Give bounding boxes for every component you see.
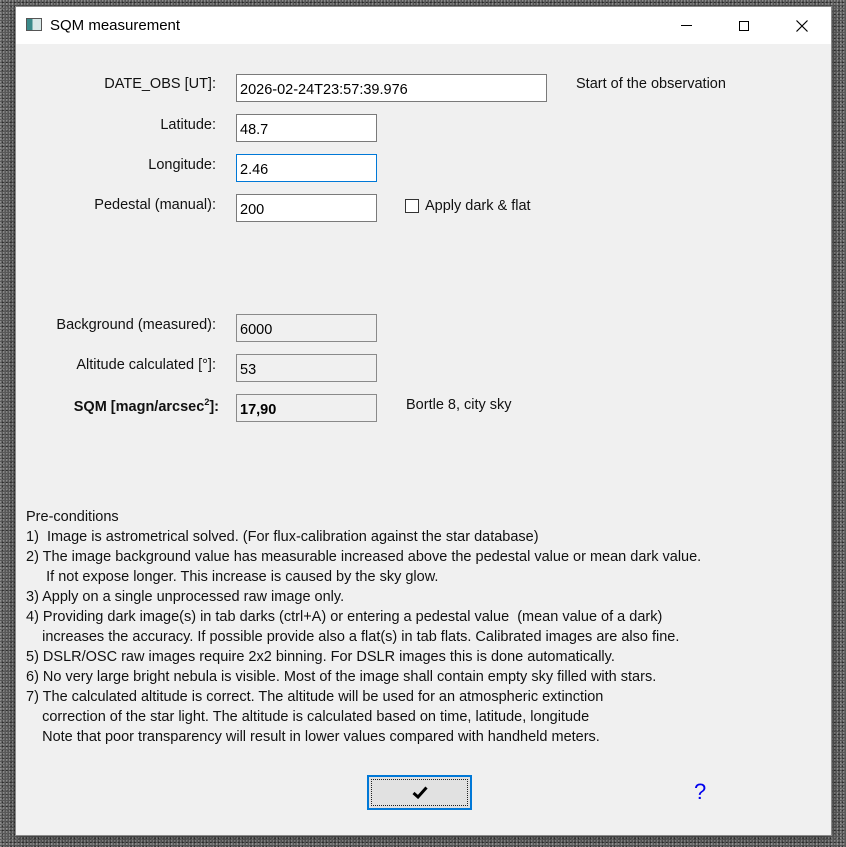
date-obs-label: DATE_OBS [UT]:	[104, 76, 216, 92]
close-icon	[796, 19, 808, 32]
sqm-label: SQM [magn/arcsec2]:	[73, 397, 219, 415]
longitude-label: Longitude:	[148, 157, 216, 173]
ok-button[interactable]	[367, 775, 472, 810]
apply-dark-flat-label: Apply dark & flat	[425, 198, 531, 214]
app-icon	[26, 18, 42, 31]
sqm-value-field	[236, 394, 377, 422]
precondition-line: 5) DSLR/OSC raw images require 2x2 binni…	[26, 649, 615, 665]
latitude-input[interactable]	[236, 114, 377, 142]
precondition-line: 2) The image background value has measur…	[26, 549, 702, 565]
altitude-value-field	[236, 354, 377, 382]
precondition-line: increases the accuracy. If possible prov…	[26, 629, 680, 645]
focus-rect	[371, 779, 468, 806]
background-value-field	[236, 314, 377, 342]
window-title: SQM measurement	[50, 17, 181, 34]
background-label: Background (measured):	[56, 317, 216, 333]
precondition-line: 6) No very large bright nebula is visibl…	[26, 669, 657, 685]
pedestal-input[interactable]	[236, 194, 377, 222]
close-button[interactable]	[773, 7, 831, 44]
precondition-line: If not expose longer. This increase is c…	[26, 569, 439, 585]
precondition-line: Note that poor transparency will result …	[26, 729, 600, 745]
preconditions-text: Pre-conditions 1) Image is astrometrical…	[26, 507, 701, 747]
sqm-dialog: SQM measurement DATE_OBS [UT]: Start of …	[16, 7, 831, 835]
longitude-input[interactable]	[236, 154, 377, 182]
minimize-icon	[680, 25, 692, 26]
latitude-label: Latitude:	[160, 117, 216, 133]
preconditions-heading: Pre-conditions	[26, 509, 119, 525]
help-link[interactable]: ?	[694, 779, 706, 805]
date-obs-input[interactable]	[236, 74, 547, 102]
precondition-line: 3) Apply on a single unprocessed raw ima…	[26, 589, 345, 605]
title-bar: SQM measurement	[16, 7, 831, 44]
checkbox-box[interactable]	[405, 199, 419, 213]
precondition-line: 1) Image is astrometrical solved. (For f…	[26, 529, 539, 545]
precondition-line: correction of the star light. The altitu…	[26, 709, 590, 725]
altitude-label: Altitude calculated [°]:	[76, 357, 216, 373]
precondition-line: 4) Providing dark image(s) in tab darks …	[26, 609, 663, 625]
date-obs-note: Start of the observation	[576, 76, 726, 92]
minimize-button[interactable]	[657, 7, 715, 44]
apply-dark-flat-checkbox[interactable]: Apply dark & flat	[405, 198, 531, 214]
bortle-note: Bortle 8, city sky	[406, 397, 512, 413]
pedestal-label: Pedestal (manual):	[94, 197, 216, 213]
maximize-button[interactable]	[715, 7, 773, 44]
maximize-icon	[739, 20, 749, 31]
precondition-line: 7) The calculated altitude is correct. T…	[26, 689, 604, 705]
